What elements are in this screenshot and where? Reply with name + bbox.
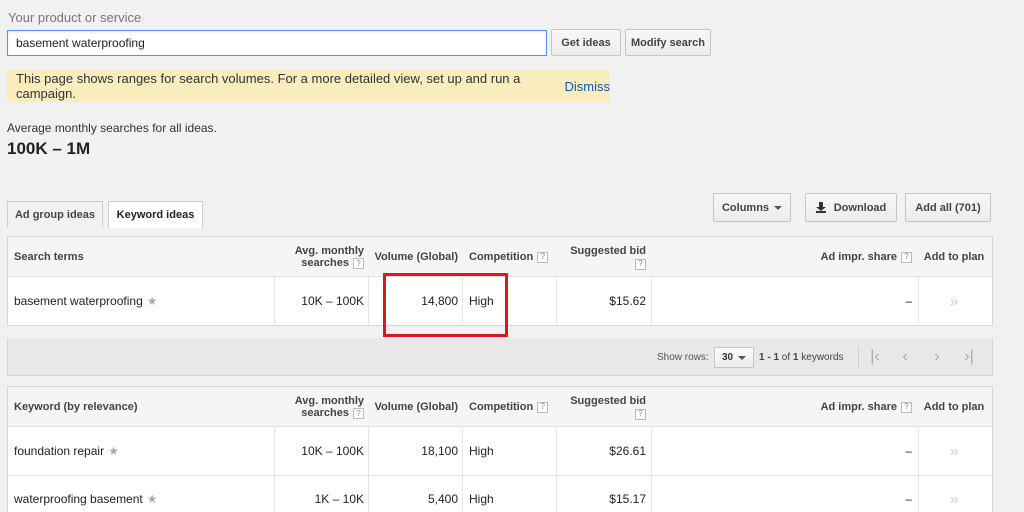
col-bid-label: Suggested bid xyxy=(570,244,646,257)
help-icon[interactable]: ? xyxy=(635,258,646,270)
rows-per-page-select[interactable]: 30 xyxy=(714,347,754,368)
col-keyword-relevance[interactable]: Keyword (by relevance) xyxy=(14,387,138,427)
product-service-label: Your product or service xyxy=(8,10,142,25)
show-rows-label: Show rows: xyxy=(657,352,709,363)
table-row-term: foundation repair ★ xyxy=(14,427,119,475)
first-page-icon[interactable]: |‹ xyxy=(860,346,890,368)
impr-share-cell: – xyxy=(905,444,912,458)
help-icon[interactable]: ? xyxy=(537,401,549,413)
bid-cell: $15.17 xyxy=(609,492,646,506)
chevron-down-icon xyxy=(738,355,747,360)
col-suggested-bid[interactable]: Suggested bid ? xyxy=(556,387,646,427)
col-avg-line2: searches? xyxy=(301,257,364,270)
col-bid-label: Suggested bid xyxy=(570,394,646,407)
impr-share-cell: – xyxy=(905,294,912,308)
keyword-ideas-table: Keyword (by relevance) Avg. monthly sear… xyxy=(7,386,993,512)
avg-searches-cell: 10K – 100K xyxy=(301,444,364,458)
download-button[interactable]: Download xyxy=(805,193,897,222)
impr-share-cell: – xyxy=(905,492,912,506)
row-count: 1 - 1 of 1 keywords xyxy=(759,352,844,363)
col-add-to-plan[interactable]: Add to plan xyxy=(920,387,988,427)
highlight-box xyxy=(383,273,508,337)
add-to-plan-icon[interactable]: » xyxy=(920,277,988,325)
table-row-term: waterproofing basement ★ xyxy=(14,476,158,512)
product-service-input[interactable] xyxy=(7,30,547,56)
columns-button[interactable]: Columns xyxy=(713,193,791,222)
star-icon[interactable]: ★ xyxy=(147,492,158,506)
search-volume-notice: This page shows ranges for search volume… xyxy=(7,70,610,102)
col-ad-impr-share[interactable]: Ad impr. share? xyxy=(788,237,912,277)
col-impr-label: Ad impr. share xyxy=(820,401,897,413)
competition-cell: High xyxy=(469,492,494,506)
col-avg-monthly[interactable]: Avg. monthly searches? xyxy=(276,237,364,277)
dismiss-link[interactable]: Dismiss xyxy=(565,79,611,94)
help-icon[interactable]: ? xyxy=(353,408,364,420)
star-icon[interactable]: ★ xyxy=(147,294,158,308)
tab-ad-group-ideas[interactable]: Ad group ideas xyxy=(7,201,103,227)
col-add-to-plan[interactable]: Add to plan xyxy=(920,237,988,277)
col-suggested-bid[interactable]: Suggested bid ? xyxy=(556,237,646,277)
next-page-icon[interactable]: › xyxy=(922,346,952,368)
help-icon[interactable]: ? xyxy=(537,251,549,263)
chevron-down-icon xyxy=(774,205,783,210)
volume-cell: 18,100 xyxy=(421,444,458,458)
col-avg-line1: Avg. monthly xyxy=(294,394,364,407)
rows-per-page-value: 30 xyxy=(721,352,734,363)
keyword-text: foundation repair xyxy=(14,444,105,458)
columns-label: Columns xyxy=(721,201,770,214)
col-volume-global[interactable]: Volume (Global) xyxy=(370,387,458,427)
avg-searches-cell: 1K – 10K xyxy=(314,492,364,506)
notice-text: This page shows ranges for search volume… xyxy=(16,71,521,101)
table-row-term: basement waterproofing ★ xyxy=(14,277,158,325)
competition-cell: High xyxy=(469,444,494,458)
modify-search-button[interactable]: Modify search xyxy=(625,29,711,56)
col-competition-label: Competition xyxy=(469,401,534,413)
volume-cell: 5,400 xyxy=(427,492,458,506)
col-ad-impr-share[interactable]: Ad impr. share? xyxy=(788,387,912,427)
prev-page-icon[interactable]: ‹ xyxy=(890,346,920,368)
col-competition[interactable]: Competition? xyxy=(469,237,549,277)
keyword-text: waterproofing basement xyxy=(14,492,143,506)
bid-cell: $15.62 xyxy=(609,294,646,308)
avg-searches-cell: 10K – 100K xyxy=(301,294,364,308)
last-page-icon[interactable]: ›| xyxy=(954,346,984,368)
keyword-text: basement waterproofing xyxy=(14,294,143,308)
col-avg-line2: searches? xyxy=(301,407,364,420)
tab-keyword-ideas[interactable]: Keyword ideas xyxy=(108,201,203,228)
average-searches-label: Average monthly searches for all ideas. xyxy=(7,121,217,135)
col-search-terms[interactable]: Search terms xyxy=(14,237,84,277)
col-avg-line1: Avg. monthly xyxy=(294,244,364,257)
col-impr-label: Ad impr. share xyxy=(820,251,897,263)
bid-cell: $26.61 xyxy=(609,444,646,458)
add-all-button[interactable]: Add all (701) xyxy=(905,193,991,222)
help-icon[interactable]: ? xyxy=(635,408,646,420)
get-ideas-button[interactable]: Get ideas xyxy=(551,29,621,56)
col-avg-monthly[interactable]: Avg. monthly searches? xyxy=(276,387,364,427)
download-icon xyxy=(815,202,826,213)
col-competition[interactable]: Competition? xyxy=(469,387,549,427)
add-to-plan-icon[interactable]: » xyxy=(920,476,988,512)
download-label: Download xyxy=(833,201,887,214)
help-icon[interactable]: ? xyxy=(353,258,364,270)
help-icon[interactable]: ? xyxy=(901,251,912,263)
table-pager: Show rows: 30 1 - 1 of 1 keywords |‹ ‹ ›… xyxy=(7,338,993,376)
average-searches-value: 100K – 1M xyxy=(7,139,91,158)
star-icon[interactable]: ★ xyxy=(108,444,119,458)
col-volume-global[interactable]: Volume (Global) xyxy=(370,237,458,277)
col-competition-label: Competition xyxy=(469,251,534,263)
add-to-plan-icon[interactable]: » xyxy=(920,427,988,475)
help-icon[interactable]: ? xyxy=(901,401,912,413)
